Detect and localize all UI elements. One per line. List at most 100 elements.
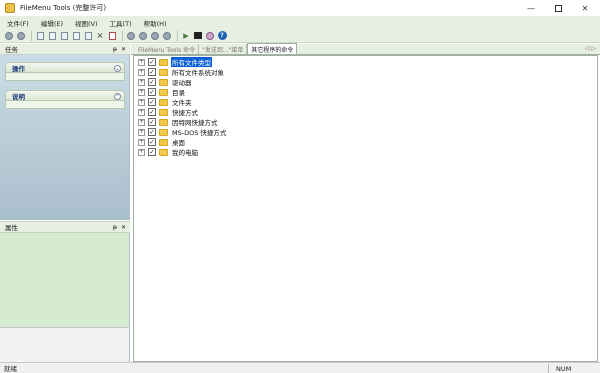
move-right-icon[interactable] bbox=[162, 31, 172, 41]
item-checkbox[interactable]: ✓ bbox=[148, 88, 156, 96]
folder-icon bbox=[159, 118, 168, 126]
tree-item[interactable]: + ✓ 目录 bbox=[138, 87, 186, 97]
expand-icon[interactable]: ⌃ bbox=[114, 93, 121, 100]
close-icon[interactable]: ✕ bbox=[121, 46, 126, 53]
pin-icon[interactable]: ᵽ bbox=[113, 46, 117, 53]
menu-edit[interactable]: 编辑(E) bbox=[41, 18, 63, 28]
task-group-header[interactable]: 说明 ⌃ bbox=[5, 90, 125, 101]
menu-file[interactable]: 文件(F) bbox=[7, 18, 29, 28]
minimize-button[interactable]: — bbox=[519, 0, 543, 16]
delete-icon[interactable]: × bbox=[95, 31, 105, 41]
tab-filemenu-commands[interactable]: FileMenu Tools 命令 bbox=[135, 44, 200, 54]
tree-item-label: 驱动器 bbox=[172, 79, 192, 87]
expand-icon[interactable]: + bbox=[138, 78, 145, 86]
window-title: FileMenu Tools (完整许可) bbox=[20, 4, 107, 12]
expand-icon[interactable]: + bbox=[138, 58, 145, 66]
back-circle-icon[interactable] bbox=[4, 31, 14, 41]
maximize-icon bbox=[554, 4, 562, 12]
status-text: 就绪 bbox=[4, 365, 17, 373]
expand-icon[interactable]: + bbox=[138, 118, 145, 126]
folder-icon bbox=[159, 128, 168, 136]
item-checkbox[interactable]: ✓ bbox=[148, 58, 156, 66]
close-icon[interactable]: ✕ bbox=[121, 224, 126, 231]
tree-item-label: 因特网快捷方式 bbox=[172, 119, 218, 127]
dos-icon[interactable] bbox=[193, 31, 203, 41]
tree-item-label: 目录 bbox=[172, 89, 185, 97]
property-description bbox=[0, 327, 130, 362]
expand-icon[interactable]: + bbox=[138, 88, 145, 96]
expand-icon[interactable]: + bbox=[138, 128, 145, 136]
task-pane-header: 任务 ᵽ ✕ bbox=[0, 44, 130, 55]
close-button[interactable]: ✕ bbox=[573, 0, 597, 16]
tab-scroll-icon[interactable]: ◁ ▷ bbox=[585, 45, 596, 52]
tab-bar: FileMenu Tools 命令 "发送到..."菜单 其它程序的命令 ◁ ▷ bbox=[131, 43, 600, 55]
menu-tools[interactable]: 工具(T) bbox=[110, 18, 132, 28]
item-checkbox[interactable]: ✓ bbox=[148, 128, 156, 136]
tree-item[interactable]: + ✓ 所有文件系统对象 bbox=[138, 67, 225, 77]
move-left-icon[interactable] bbox=[150, 31, 160, 41]
task-group-body bbox=[5, 101, 125, 109]
expand-icon[interactable]: + bbox=[138, 68, 145, 76]
folder-icon bbox=[159, 98, 168, 106]
task-group-body bbox=[5, 73, 125, 81]
tree-item[interactable]: + ✓ 桌面 bbox=[138, 137, 186, 147]
new-document-icon[interactable] bbox=[35, 31, 45, 41]
task-group-actions: 操作 ⌄ bbox=[5, 62, 125, 81]
item-checkbox[interactable]: ✓ bbox=[148, 118, 156, 126]
tree-item[interactable]: + ✓ 所有文件类型 bbox=[138, 57, 212, 67]
toolbar-separator bbox=[31, 30, 32, 41]
expand-icon[interactable]: + bbox=[138, 138, 145, 146]
toolbar: × ▶ ? bbox=[0, 29, 600, 43]
menu-bar: 文件(F) 编辑(E) 视图(V) 工具(T) 帮助(H) bbox=[0, 16, 600, 29]
pin-icon[interactable]: ᵽ bbox=[113, 224, 117, 231]
folder-icon bbox=[159, 138, 168, 146]
expand-icon[interactable]: + bbox=[138, 108, 145, 116]
item-checkbox[interactable]: ✓ bbox=[148, 108, 156, 116]
tree-item[interactable]: + ✓ 因特网快捷方式 bbox=[138, 117, 219, 127]
status-separator bbox=[548, 364, 549, 373]
tab-other-program-commands[interactable]: 其它程序的命令 bbox=[247, 43, 298, 54]
tree-item[interactable]: + ✓ 驱动器 bbox=[138, 77, 193, 87]
tree-item[interactable]: + ✓ MS-DOS 快捷方式 bbox=[138, 127, 227, 137]
task-pane: 操作 ⌄ 说明 ⌃ bbox=[0, 55, 130, 220]
move-up-icon[interactable] bbox=[126, 31, 136, 41]
menu-help[interactable]: 帮助(H) bbox=[144, 18, 167, 28]
run-icon[interactable]: ▶ bbox=[181, 31, 191, 41]
expand-icon[interactable]: + bbox=[138, 98, 145, 106]
help-icon[interactable]: ? bbox=[217, 31, 227, 41]
menu-view[interactable]: 视图(V) bbox=[75, 18, 98, 28]
item-checkbox[interactable]: ✓ bbox=[148, 68, 156, 76]
item-checkbox[interactable]: ✓ bbox=[148, 138, 156, 146]
item-checkbox[interactable]: ✓ bbox=[148, 148, 156, 156]
tree-item-label: 桌面 bbox=[172, 139, 185, 147]
item-checkbox[interactable]: ✓ bbox=[148, 78, 156, 86]
edit-document-icon[interactable] bbox=[71, 31, 81, 41]
copy-document-icon[interactable] bbox=[47, 31, 57, 41]
task-group-label: 说明 bbox=[12, 92, 25, 101]
tree-item[interactable]: + ✓ 快捷方式 bbox=[138, 107, 199, 117]
item-checkbox[interactable]: ✓ bbox=[148, 98, 156, 106]
task-group-header[interactable]: 操作 ⌄ bbox=[5, 62, 125, 73]
collapse-icon[interactable]: ⌄ bbox=[114, 65, 121, 72]
move-down-icon[interactable] bbox=[138, 31, 148, 41]
maximize-button[interactable] bbox=[546, 0, 570, 16]
forward-circle-icon[interactable] bbox=[16, 31, 26, 41]
properties-document-icon[interactable] bbox=[83, 31, 93, 41]
tree-item-label: 快捷方式 bbox=[172, 109, 198, 117]
tree-item-label: 我的电脑 bbox=[172, 149, 198, 157]
tree-item-label: 文件夹 bbox=[172, 99, 192, 107]
tree-item[interactable]: + ✓ 我的电脑 bbox=[138, 147, 199, 157]
check-icon[interactable] bbox=[107, 31, 117, 41]
folder-icon bbox=[159, 108, 168, 116]
tree-item[interactable]: + ✓ 文件夹 bbox=[138, 97, 193, 107]
properties-pane-header: 属性 ᵽ ✕ bbox=[0, 221, 130, 233]
properties-grid[interactable] bbox=[0, 233, 130, 327]
settings-icon[interactable] bbox=[205, 31, 215, 41]
paste-document-icon[interactable] bbox=[59, 31, 69, 41]
task-pane-title: 任务 bbox=[5, 46, 18, 54]
num-lock-indicator: NUM bbox=[556, 365, 572, 373]
tab-send-to-menu[interactable]: "发送到..."菜单 bbox=[199, 44, 248, 54]
toolbar-separator bbox=[177, 30, 178, 41]
properties-pane-title: 属性 bbox=[5, 224, 18, 232]
expand-icon[interactable]: + bbox=[138, 148, 145, 156]
